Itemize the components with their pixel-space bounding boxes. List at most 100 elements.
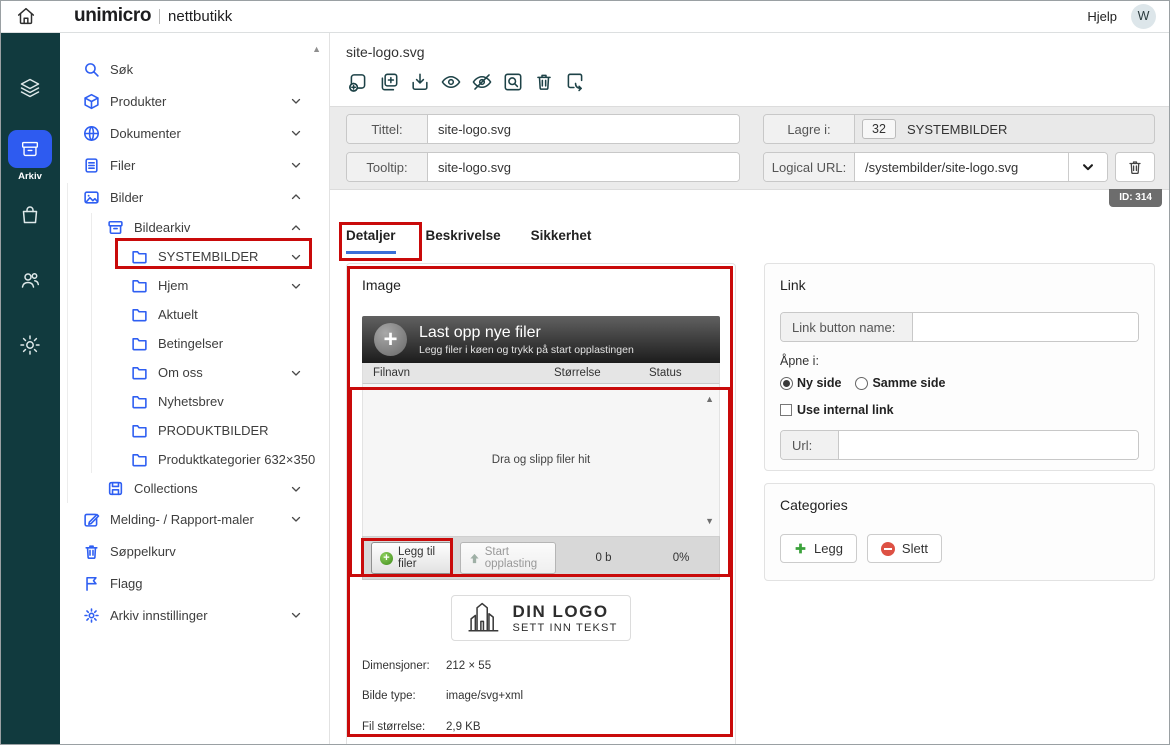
plus-icon xyxy=(794,542,807,555)
trash-icon xyxy=(83,543,100,560)
shop-bag-icon[interactable] xyxy=(18,203,42,227)
sidebar-item-produktkategorier-632-350[interactable]: Produktkategorier 632×350 xyxy=(60,445,329,474)
chevron-down-icon[interactable] xyxy=(289,608,303,622)
sidebar-item-aktuelt[interactable]: Aktuelt xyxy=(60,300,329,329)
sidebar-item-label: PRODUKTBILDER xyxy=(158,423,269,438)
logical-url-dropdown-button[interactable] xyxy=(1068,153,1107,181)
page-title: site-logo.svg xyxy=(346,44,1154,60)
sidebar-item-s-ppelkurv[interactable]: Søppelkurv xyxy=(60,535,329,567)
radio-icon[interactable] xyxy=(780,377,793,390)
logical-url-input[interactable] xyxy=(855,153,1068,181)
detail-value: image/svg+xml xyxy=(446,687,523,705)
queue-progress: 0% xyxy=(651,552,711,564)
radio-ny-side[interactable]: Ny side xyxy=(780,376,841,390)
chevron-up-icon[interactable] xyxy=(289,190,303,204)
minus-circle-icon xyxy=(881,542,895,556)
column-filename: Filnavn xyxy=(373,367,554,379)
detail-row: Fil størrelse:2,9 KB xyxy=(362,718,720,736)
uploader-header: + Last opp nye filer Legg filer i køen o… xyxy=(362,316,720,363)
chevron-down-icon[interactable] xyxy=(289,94,303,108)
detail-label: Fil størrelse: xyxy=(362,718,446,736)
start-upload-button[interactable]: Start opplasting xyxy=(460,542,556,574)
chevron-down-icon[interactable] xyxy=(289,126,303,140)
download-icon[interactable] xyxy=(408,70,432,94)
detail-value: 212 × 55 xyxy=(446,657,491,675)
sidebar-item-produktbilder[interactable]: PRODUKTBILDER xyxy=(60,416,329,445)
sidebar-item-arkiv-innstillinger[interactable]: Arkiv innstillinger xyxy=(60,599,329,631)
add-image-icon[interactable] xyxy=(346,70,370,94)
tooltip-field-label: Tooltip: xyxy=(347,153,428,181)
tab-sikkerhet[interactable]: Sikkerhet xyxy=(531,228,592,254)
sidebar-item-flagg[interactable]: Flagg xyxy=(60,567,329,599)
logical-url-delete-button[interactable] xyxy=(1115,152,1155,182)
scroll-up-icon[interactable]: ▲ xyxy=(705,394,714,404)
categories-panel-title: Categories xyxy=(780,497,1139,513)
chevron-down-icon[interactable] xyxy=(289,158,303,172)
sidebar-item-label: Bildearkiv xyxy=(134,220,190,235)
scroll-down-icon[interactable]: ▼ xyxy=(705,516,714,526)
use-internal-link-checkbox[interactable]: Use internal link xyxy=(780,403,1139,417)
logo-buildings-icon xyxy=(464,601,502,635)
rail-item-arkiv[interactable] xyxy=(8,130,52,168)
open-in-radio-group: Ny side Samme side xyxy=(780,376,1139,390)
chevron-down-icon[interactable] xyxy=(289,279,303,293)
sidebar-item-bilder[interactable]: Bilder xyxy=(60,181,329,213)
checkbox-icon[interactable] xyxy=(780,404,792,416)
sidebar-item-om-oss[interactable]: Om oss xyxy=(60,358,329,387)
sidebar-item-bildearkiv[interactable]: Bildearkiv xyxy=(60,213,329,242)
show-icon[interactable] xyxy=(439,70,463,94)
sidebar-item-systembilder[interactable]: SYSTEMBILDER xyxy=(60,242,329,271)
sidebar-item-dokumenter[interactable]: Dokumenter xyxy=(60,117,329,149)
sidebar-item-label: Produkter xyxy=(110,94,166,109)
folder-icon xyxy=(131,451,148,468)
sidebar-item-nyhetsbrev[interactable]: Nyhetsbrev xyxy=(60,387,329,416)
sidebar-item-melding-rapport-maler[interactable]: Melding- / Rapport-maler xyxy=(60,503,329,535)
duplicate-icon[interactable] xyxy=(377,70,401,94)
sidebar-item-hjem[interactable]: Hjem xyxy=(60,271,329,300)
chevron-down-icon[interactable] xyxy=(289,366,303,380)
link-button-name-input[interactable] xyxy=(913,313,1138,341)
settings-gear-icon[interactable] xyxy=(18,333,42,357)
add-files-button[interactable]: + Legg til filer xyxy=(371,542,452,574)
sidebar-item-collections[interactable]: Collections xyxy=(60,474,329,503)
chevron-up-icon[interactable] xyxy=(289,221,303,235)
drop-zone[interactable]: Dra og slipp filer hit ▲ ▼ xyxy=(362,384,720,536)
image-panel-title: Image xyxy=(362,277,720,293)
link-button-name-group: Link button name: xyxy=(780,312,1139,342)
tooltip-field-group: Tooltip: xyxy=(346,152,740,182)
radio-icon[interactable] xyxy=(855,377,868,390)
user-avatar[interactable]: W xyxy=(1131,4,1156,29)
sidebar-item-label: Betingelser xyxy=(158,336,223,351)
image-details: Dimensjoner:212 × 55Bilde type:image/svg… xyxy=(362,657,720,736)
tooltip-input[interactable] xyxy=(428,153,739,181)
sidebar-item-label: Aktuelt xyxy=(158,307,198,322)
title-input[interactable] xyxy=(428,115,739,143)
preview-icon[interactable] xyxy=(501,70,525,94)
chevron-down-icon[interactable] xyxy=(289,482,303,496)
hide-icon[interactable] xyxy=(470,70,494,94)
sidebar-item-produkter[interactable]: Produkter xyxy=(60,85,329,117)
folder-icon xyxy=(131,335,148,352)
sidebar-item-s-k[interactable]: Søk xyxy=(60,53,329,85)
sidebar-item-filer[interactable]: Filer xyxy=(60,149,329,181)
move-icon[interactable] xyxy=(563,70,587,94)
delete-icon[interactable] xyxy=(532,70,556,94)
category-delete-button[interactable]: Slett xyxy=(867,534,942,563)
help-link[interactable]: Hjelp xyxy=(1087,9,1117,24)
home-icon[interactable] xyxy=(14,4,38,28)
app-header: unimicro nettbutikk Hjelp W xyxy=(0,0,1170,33)
chevron-down-icon[interactable] xyxy=(289,250,303,264)
tab-detaljer[interactable]: Detaljer xyxy=(346,228,396,254)
sidebar-item-label: Hjem xyxy=(158,278,188,293)
sidebar-item-betingelser[interactable]: Betingelser xyxy=(60,329,329,358)
users-icon[interactable] xyxy=(18,268,42,292)
folder-icon xyxy=(131,393,148,410)
image-icon xyxy=(83,189,100,206)
tab-beskrivelse[interactable]: Beskrivelse xyxy=(426,228,501,254)
chevron-down-icon[interactable] xyxy=(289,512,303,526)
url-input[interactable] xyxy=(839,431,1138,459)
category-add-button[interactable]: Legg xyxy=(780,534,857,563)
radio-samme-side[interactable]: Samme side xyxy=(855,376,945,390)
uploader-footer: + Legg til filer Start opplasting 0 b 0% xyxy=(362,536,720,580)
layers-icon[interactable] xyxy=(18,75,42,99)
